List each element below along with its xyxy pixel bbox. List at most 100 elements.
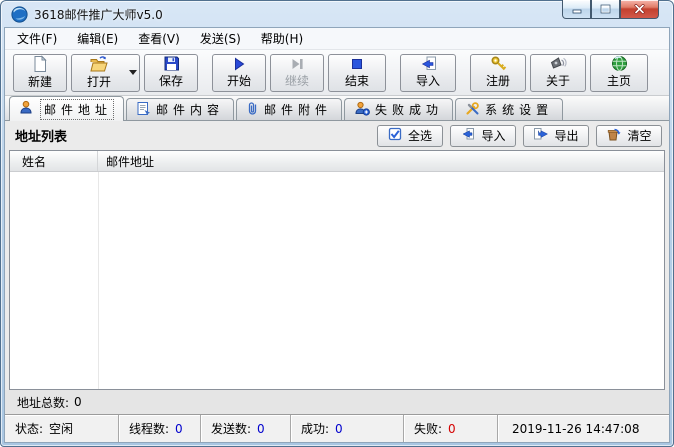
small-button-label: 全选 (407, 129, 432, 143)
toolbar-button-label: 主页 (606, 74, 631, 88)
about-button[interactable]: 关于 (530, 53, 586, 92)
tab-mail-content[interactable]: 邮件内容 (126, 98, 235, 120)
column-divider (98, 172, 99, 389)
close-button[interactable] (620, 0, 659, 19)
tab-label: 邮件内容 (156, 103, 225, 117)
open-folder-icon (89, 55, 109, 73)
stop-square-icon (349, 56, 365, 72)
app-logo-icon (11, 6, 28, 23)
import-page-arrow-icon (419, 55, 437, 72)
continue-play-pause-icon (289, 56, 305, 72)
tab-label: 邮件附件 (264, 103, 333, 117)
maximize-button[interactable] (591, 0, 620, 19)
import-toolbar-button[interactable]: 导入 (400, 53, 456, 92)
register-key-icon (490, 55, 507, 72)
import-arrow-left-icon (460, 127, 475, 144)
menu-file[interactable]: 文件(F) (9, 28, 65, 49)
failed-value: 0 (448, 421, 456, 436)
panel-title: 地址列表 (15, 130, 68, 145)
column-header-name[interactable]: 姓名 (10, 151, 98, 171)
window-controls (562, 0, 659, 19)
tab-mail-address[interactable]: 邮件地址 (9, 96, 125, 121)
select-all-checkbox-icon (388, 127, 402, 144)
start-button[interactable]: 开始 (212, 53, 266, 92)
person-add-icon (354, 101, 370, 119)
datetime-value: 2019-11-26 14:47:08 (512, 421, 640, 436)
minimize-button[interactable] (562, 0, 591, 19)
open-button[interactable]: 打开 (72, 55, 126, 91)
close-icon (634, 4, 645, 14)
window-title: 3618邮件推广大师v5.0 (34, 8, 163, 22)
status-segment: 状态: 空闲 (5, 415, 119, 442)
threads-value: 0 (175, 421, 183, 436)
start-play-icon (231, 56, 247, 72)
tab-label: 系统设置 (485, 103, 554, 117)
small-button-label: 导出 (554, 129, 579, 143)
new-document-icon (31, 54, 49, 73)
menu-help[interactable]: 帮助(H) (253, 28, 311, 49)
status-label: 状态: (15, 422, 44, 436)
clear-trash-icon (606, 127, 621, 144)
continue-button[interactable]: 继续 (270, 53, 324, 92)
sent-label: 发送数: (211, 422, 252, 436)
address-total-bar: 地址总数: 0 (5, 390, 669, 414)
status-bar: 状态: 空闲 线程数: 0 发送数: 0 成功: 0 失败: 0 2019-11… (5, 414, 669, 442)
address-list: 姓名 邮件地址 (9, 150, 665, 390)
sent-segment: 发送数: 0 (201, 415, 291, 442)
tab-label: 邮件地址 (40, 98, 115, 120)
menu-edit[interactable]: 编辑(E) (69, 28, 126, 49)
toolbar-button-label: 打开 (86, 74, 111, 89)
toolbar: 新建 打开 保存 开始 继续 结束 导入 注册 关于 主页 (5, 50, 669, 96)
menu-send[interactable]: 发送(S) (192, 28, 249, 49)
new-button[interactable]: 新建 (13, 53, 67, 92)
clear-button[interactable]: 清空 (596, 124, 662, 147)
address-list-body (10, 172, 664, 389)
save-floppy-icon (163, 55, 180, 72)
maximize-icon (600, 4, 611, 14)
toolbar-button-label: 继续 (284, 73, 309, 88)
toolbar-button-label: 注册 (485, 74, 510, 88)
tab-system-settings[interactable]: 系统设置 (455, 98, 564, 120)
tab-strip: 邮件地址 邮件内容 邮件附件 失败成功 系统设置 (5, 96, 669, 121)
tab-fail-success[interactable]: 失败成功 (344, 98, 454, 120)
register-button[interactable]: 注册 (470, 53, 526, 92)
tab-mail-attachment[interactable]: 邮件附件 (236, 98, 343, 120)
toolbar-button-label: 新建 (27, 74, 52, 89)
column-header-email[interactable]: 邮件地址 (98, 151, 664, 171)
datetime-segment: 2019-11-26 14:47:08 (498, 415, 669, 442)
small-button-label: 导入 (481, 129, 506, 143)
open-button-group: 打开 (71, 53, 140, 92)
save-button[interactable]: 保存 (144, 53, 198, 92)
threads-segment: 线程数: 0 (119, 415, 201, 442)
toolbar-button-label: 保存 (158, 74, 183, 88)
menu-view[interactable]: 查看(V) (130, 28, 188, 49)
chevron-down-icon (128, 70, 137, 75)
tools-settings-icon (465, 101, 480, 119)
import-button[interactable]: 导入 (450, 124, 516, 147)
export-arrow-right-icon (533, 127, 549, 144)
address-list-header: 地址列表 全选 导入 导出 清空 (5, 121, 669, 150)
address-total-label: 地址总数: (17, 395, 70, 410)
attachment-paperclip-icon (246, 101, 259, 119)
failed-segment: 失败: 0 (404, 415, 498, 442)
tab-label: 失败成功 (375, 103, 444, 117)
address-action-buttons: 全选 导入 导出 清空 (377, 124, 662, 147)
select-all-button[interactable]: 全选 (377, 124, 443, 147)
mail-content-page-icon (136, 101, 151, 119)
address-total-value: 0 (74, 395, 82, 409)
app-window: 3618邮件推广大师v5.0 文件(F) 编辑(E) 查看(V) 发送(S) 帮… (0, 0, 674, 447)
address-list-column-headers: 姓名 邮件地址 (10, 151, 664, 172)
toolbar-button-label: 开始 (226, 73, 251, 88)
home-globe-icon (611, 55, 628, 72)
minimize-icon (572, 9, 581, 13)
success-value: 0 (335, 421, 343, 436)
address-person-icon (19, 100, 35, 118)
home-button[interactable]: 主页 (590, 53, 648, 92)
toolbar-button-label: 关于 (545, 74, 570, 88)
open-dropdown-button[interactable] (126, 55, 139, 91)
success-segment: 成功: 0 (291, 415, 404, 442)
toolbar-button-label: 导入 (415, 74, 440, 88)
export-button[interactable]: 导出 (523, 124, 589, 147)
stop-button[interactable]: 结束 (328, 53, 386, 92)
status-value: 空闲 (49, 422, 74, 436)
